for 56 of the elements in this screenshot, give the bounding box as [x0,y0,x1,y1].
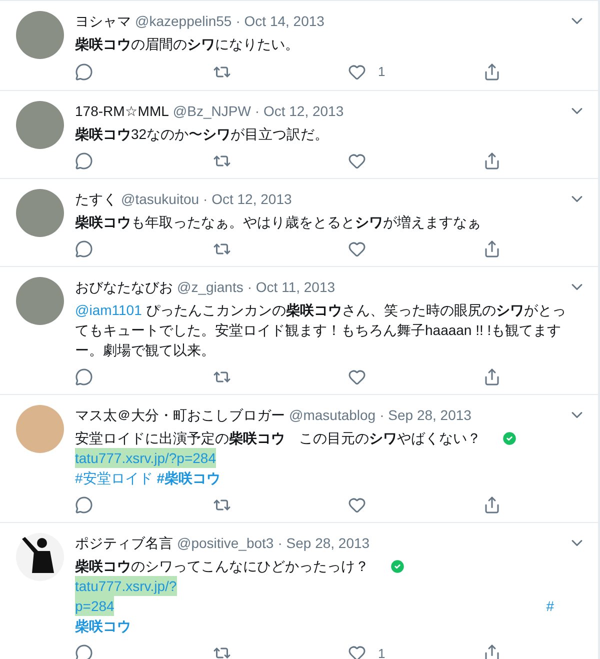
like-icon[interactable] [348,62,366,81]
tweet-text: 安堂ロイドに出演予定の柴咲コウ この目元のシワやばくない？ [75,428,481,448]
mention-link[interactable]: @iam1101 [75,302,142,318]
avatar-photo-placeholder[interactable] [16,276,64,324]
person-silhouette-avatar[interactable] [16,532,64,580]
like-icon[interactable] [348,496,366,514]
tweet-date[interactable]: · Oct 14, 2013 [236,11,324,31]
avatar-photo-placeholder[interactable] [16,188,64,236]
tweet-date[interactable]: · Oct 12, 2013 [254,100,344,120]
hashtag-link[interactable]: #安堂ロイド [75,468,153,488]
like-icon[interactable] [348,240,366,258]
like-icon[interactable] [348,368,366,386]
user-name[interactable]: おびなたなびお [75,276,173,296]
user-handle[interactable]: @kazeppelin55 [135,11,232,31]
share-icon[interactable] [483,368,501,386]
hashtag-link[interactable]: 柴咲コウ [75,616,131,636]
user-handle[interactable]: @tasukuitou [121,188,200,208]
avatar-photo-placeholder[interactable] [16,100,64,148]
hashtag-link[interactable]: # [546,596,554,616]
avatar-photo-placeholder[interactable] [16,11,64,59]
like-icon[interactable] [348,152,366,170]
reply-icon[interactable] [75,368,93,386]
user-handle[interactable]: @positive_bot3 [177,532,274,552]
tweet-text: 柴咲コウの眉間のシワになりたい。 [75,35,299,54]
share-icon[interactable] [483,240,501,258]
user-name[interactable]: たすく [75,188,117,208]
tweet-date[interactable]: · Oct 11, 2013 [247,276,336,296]
user-name[interactable]: ポジティブ名言 [75,532,173,552]
like-count: 1 [378,63,386,81]
check-icon [501,430,518,446]
tweet-date[interactable]: · Sep 28, 2013 [278,532,370,552]
tweet-text: @iam1101 ぴったんこカンカンの柴咲コウさん、笑った時の眼尻のシワがとってもキュートでした。安堂ロイド観ます！もちろん舞子haaaan !! !も観てますー。劇場で観て以来。 [75,300,567,360]
tweet-text: 柴咲コウも年取ったなぁ。やはり歳をとるとシワが増えますなぁ [75,212,481,232]
user-handle[interactable]: @Bz_NJPW [172,100,251,120]
user-handle[interactable]: @masutablog [289,404,376,424]
like-count: 1 [378,644,386,659]
tweet-date[interactable]: · Sep 28, 2013 [380,404,472,424]
user-name[interactable]: 178-RM☆MML [75,100,169,120]
share-icon[interactable] [483,496,501,514]
tweet-text: 柴咲コウ32なのか〜シワが目立つ訳だ。 [75,124,329,144]
user-name[interactable]: ヨシャマ [75,11,131,31]
hashtag-link[interactable]: #柴咲コウ [156,468,221,488]
reply-icon[interactable] [75,644,93,659]
check-icon [389,558,406,574]
reply-icon[interactable] [75,496,93,514]
reply-icon[interactable] [75,62,93,81]
reply-icon[interactable] [75,240,93,258]
tweet-text: 柴咲コウのシワってこんなにひどかったっけ？ [75,556,369,576]
share-icon[interactable] [483,62,501,81]
user-handle[interactable]: @z_giants [177,276,244,296]
reply-icon[interactable] [75,152,93,170]
user-name[interactable]: マス太＠大分・町おこしブロガー [75,404,285,424]
tweet-date[interactable]: · Oct 12, 2013 [203,188,292,208]
share-icon[interactable] [483,152,501,170]
share-icon[interactable] [483,644,501,659]
like-icon[interactable] [348,644,366,659]
